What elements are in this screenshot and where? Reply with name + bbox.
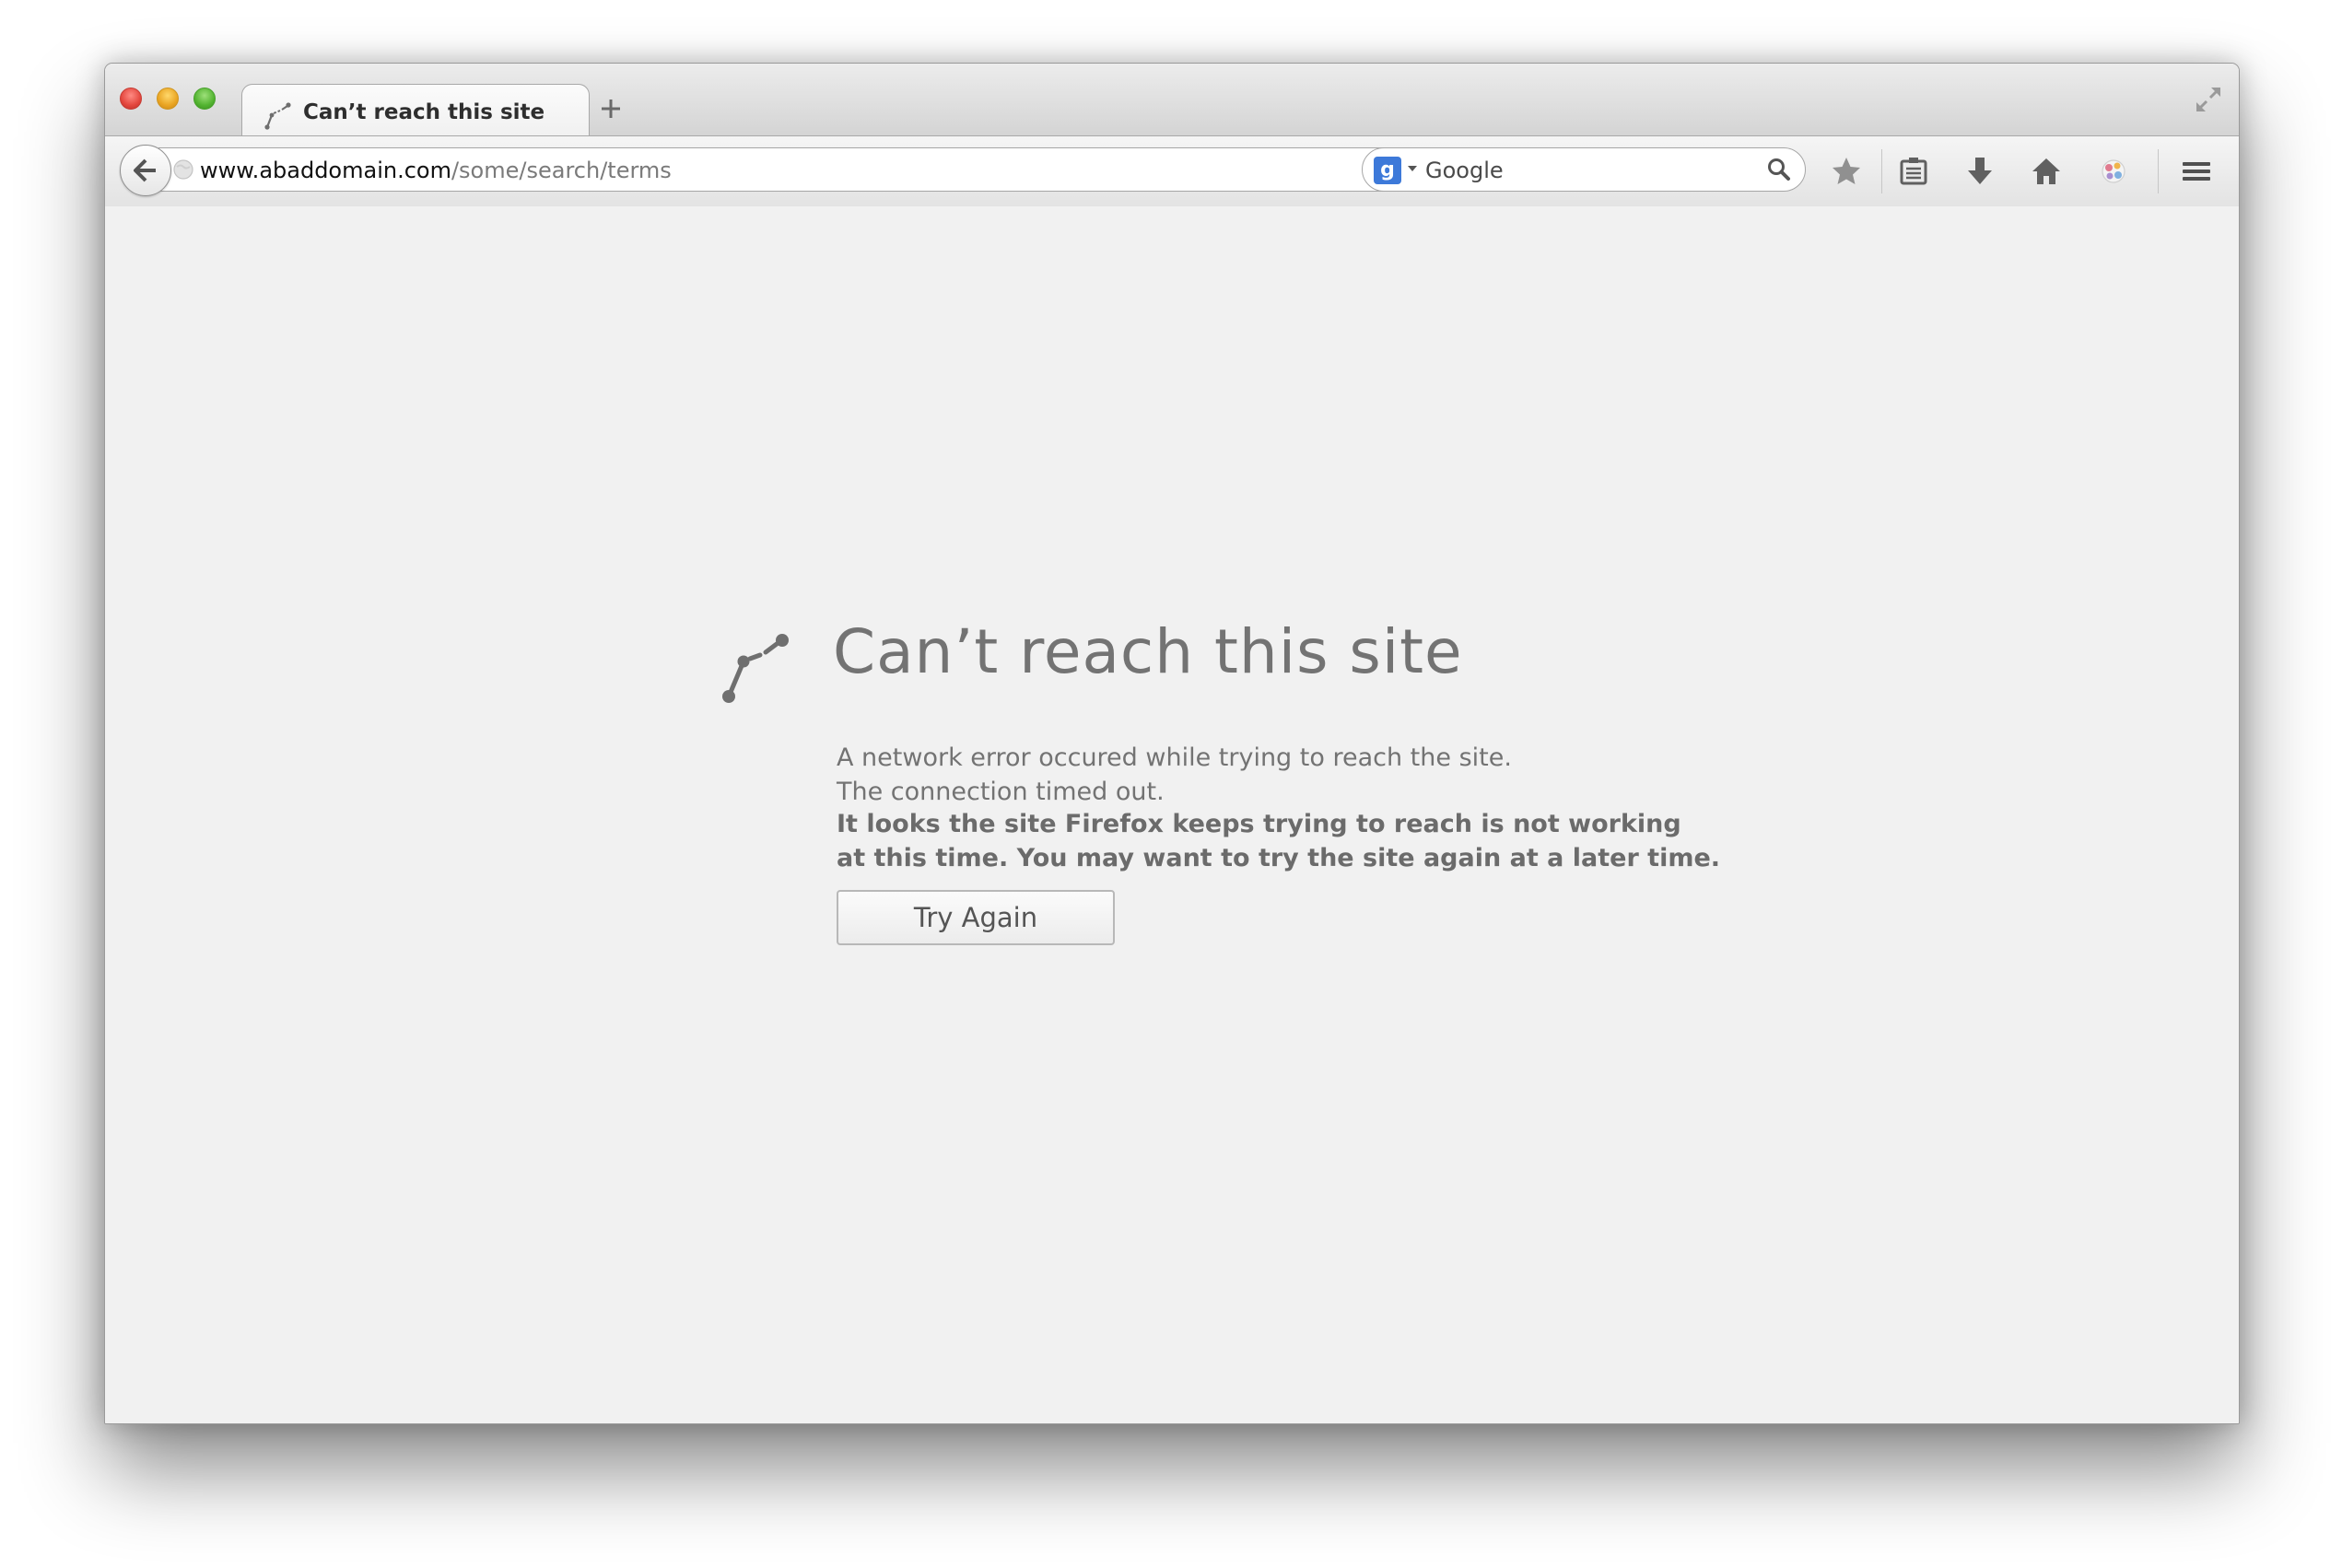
new-tab-icon[interactable]	[595, 93, 626, 124]
extension-icon[interactable]	[2097, 155, 2130, 188]
error-advice-line: at this time. You may want to try the si…	[837, 844, 1721, 872]
hamburger-menu-icon[interactable]	[2180, 155, 2213, 188]
try-again-button[interactable]: Try Again	[837, 890, 1115, 945]
search-placeholder: Google	[1425, 158, 1504, 183]
back-button[interactable]	[120, 145, 171, 196]
fullscreen-icon[interactable]	[2193, 84, 2224, 115]
search-engine-dropdown-icon[interactable]	[1407, 165, 1418, 172]
title-bar: Can’t reach this site	[105, 64, 2239, 140]
tab-title: Can’t reach this site	[303, 100, 545, 124]
toolbar-separator	[1881, 149, 1882, 193]
error-page: Can’t reach this site A network error oc…	[105, 206, 2239, 1423]
error-advice: It looks the site Firefox keeps trying t…	[837, 807, 1720, 875]
google-icon[interactable]: g	[1374, 157, 1401, 184]
navigation-toolbar: www.abaddomain.com/some/search/terms g G…	[105, 135, 2239, 207]
browser-window: Can’t reach this site www.abaddomain.com…	[104, 63, 2240, 1424]
zoom-icon[interactable]	[193, 88, 216, 110]
error-advice-line: It looks the site Firefox keeps trying t…	[837, 810, 1681, 838]
home-icon[interactable]	[2030, 155, 2063, 188]
minimize-icon[interactable]	[157, 88, 179, 110]
magnifier-icon[interactable]	[1766, 157, 1792, 182]
error-title: Can’t reach this site	[833, 616, 1463, 687]
toolbar-separator	[2158, 149, 2159, 193]
tab-active[interactable]: Can’t reach this site	[241, 84, 590, 140]
close-icon[interactable]	[120, 88, 142, 110]
error-description: A network error occured while trying to …	[837, 741, 1512, 809]
download-icon[interactable]	[1963, 155, 1997, 188]
url-text[interactable]: www.abaddomain.com/some/search/terms	[200, 158, 672, 183]
error-description-line: A network error occured while trying to …	[837, 743, 1512, 772]
bookmark-star-icon[interactable]	[1830, 155, 1863, 188]
error-description-line: The connection timed out.	[837, 778, 1165, 806]
back-arrow-icon	[134, 158, 156, 182]
globe-icon	[173, 159, 193, 180]
broken-connection-icon	[722, 634, 789, 703]
reading-list-icon[interactable]	[1897, 155, 1930, 188]
search-bar[interactable]: g Google	[1362, 147, 1806, 192]
url-domain: www.abaddomain.com	[200, 158, 451, 183]
url-bar[interactable]: www.abaddomain.com/some/search/terms	[158, 147, 1452, 192]
broken-connection-icon	[264, 102, 291, 130]
url-path: /some/search/terms	[451, 158, 672, 183]
